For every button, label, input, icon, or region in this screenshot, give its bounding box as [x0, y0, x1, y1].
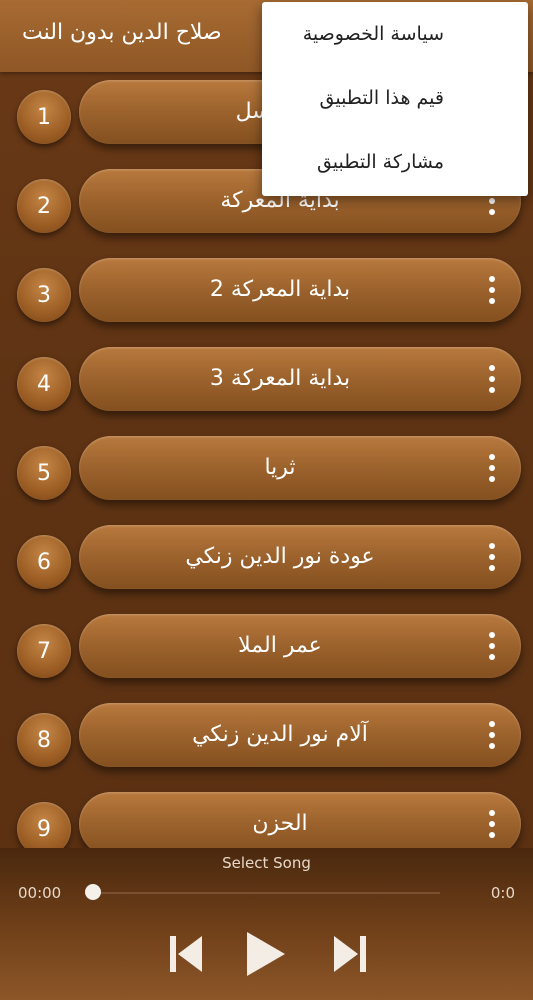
song-button[interactable]: الحزن: [79, 792, 521, 848]
current-song-label: Select Song: [222, 854, 311, 872]
song-title: الحزن: [252, 811, 308, 836]
seek-bar[interactable]: [92, 892, 440, 894]
song-title: بداية المعركة 3: [209, 366, 351, 391]
list-item[interactable]: 8 آلام نور الدين زنكي: [0, 695, 533, 785]
song-button[interactable]: بداية المعركة 3: [79, 347, 521, 411]
track-number: 1: [17, 90, 71, 144]
next-icon[interactable]: [330, 932, 370, 976]
kebab-icon[interactable]: [485, 721, 499, 749]
menu-item-share-app[interactable]: مشاركة التطبيق: [262, 130, 528, 194]
song-title: آلام نور الدين زنكي: [192, 722, 368, 747]
track-number: 8: [17, 713, 71, 767]
list-item[interactable]: 5 ثريا: [0, 428, 533, 518]
track-number: 3: [17, 268, 71, 322]
list-item[interactable]: 6 عودة نور الدين زنكي: [0, 517, 533, 607]
song-title: بداية المعركة 2: [209, 277, 351, 302]
track-number: 7: [17, 624, 71, 678]
kebab-icon[interactable]: [485, 454, 499, 482]
menu-item-rate-app[interactable]: قيم هذا التطبيق: [262, 66, 528, 130]
track-number: 5: [17, 446, 71, 500]
overflow-menu: سياسة الخصوصية قيم هذا التطبيق مشاركة ال…: [262, 2, 528, 196]
track-number: 4: [17, 357, 71, 411]
previous-icon[interactable]: [166, 932, 206, 976]
song-button[interactable]: بداية المعركة 2: [79, 258, 521, 322]
elapsed-time: 00:00: [18, 884, 62, 902]
track-number: 9: [17, 802, 71, 848]
seek-thumb[interactable]: [85, 884, 101, 900]
kebab-icon[interactable]: [485, 632, 499, 660]
kebab-icon[interactable]: [485, 365, 499, 393]
kebab-icon[interactable]: [485, 810, 499, 838]
song-title: ثريا: [264, 455, 296, 480]
song-button[interactable]: ثريا: [79, 436, 521, 500]
play-icon[interactable]: [243, 928, 287, 980]
song-button[interactable]: عمر الملا: [79, 614, 521, 678]
list-item[interactable]: 3 بداية المعركة 2: [0, 250, 533, 340]
total-duration: 0:0: [490, 884, 515, 902]
song-title: عودة نور الدين زنكي: [185, 544, 375, 569]
track-number: 2: [17, 179, 71, 233]
song-button[interactable]: عودة نور الدين زنكي: [79, 525, 521, 589]
song-button[interactable]: آلام نور الدين زنكي: [79, 703, 521, 767]
kebab-icon[interactable]: [485, 543, 499, 571]
music-player: Select Song 00:00 0:0: [0, 848, 533, 1000]
list-item[interactable]: 9 الحزن: [0, 784, 533, 848]
track-number: 6: [17, 535, 71, 589]
kebab-icon[interactable]: [485, 276, 499, 304]
menu-item-privacy-policy[interactable]: سياسة الخصوصية: [262, 2, 528, 66]
list-item[interactable]: 4 بداية المعركة 3: [0, 339, 533, 429]
song-title: عمر الملا: [238, 633, 322, 658]
list-item[interactable]: 7 عمر الملا: [0, 606, 533, 696]
